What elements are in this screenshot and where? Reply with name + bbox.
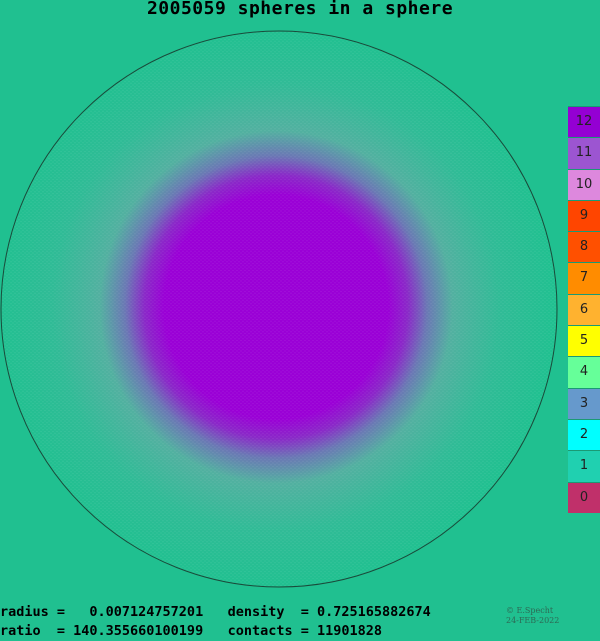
- legend-swatch-5: 5: [568, 325, 600, 357]
- legend-swatch-2: 2: [568, 418, 600, 451]
- stats-panel: radius = 0.007124757201 density = 0.7251…: [0, 603, 431, 641]
- legend-swatch-10: 10: [568, 168, 600, 200]
- stats-line-ratio-contacts: ratio = 140.355660100199 contacts = 1190…: [0, 623, 383, 639]
- color-legend: 12 11 10 9 8 7 6 5 4 3 2 1 0: [568, 106, 600, 513]
- legend-swatch-9: 9: [568, 199, 600, 232]
- legend-swatch-3: 3: [568, 387, 600, 419]
- legend-swatch-0: 0: [568, 481, 600, 513]
- credit: © E.Specht 24-FEB-2022: [506, 606, 559, 626]
- credit-author: © E.Specht: [506, 606, 554, 615]
- legend-swatch-7: 7: [568, 262, 600, 294]
- legend-swatch-1: 1: [568, 450, 600, 482]
- legend-swatch-8: 8: [568, 231, 600, 263]
- sphere-texture: [1, 31, 557, 587]
- legend-swatch-6: 6: [568, 293, 600, 326]
- sphere-diagram: [0, 30, 558, 588]
- legend-swatch-12: 12: [568, 106, 600, 138]
- credit-date: 24-FEB-2022: [506, 616, 560, 625]
- stats-line-radius-density: radius = 0.007124757201 density = 0.7251…: [0, 604, 431, 620]
- legend-swatch-11: 11: [568, 137, 600, 169]
- legend-swatch-4: 4: [568, 356, 600, 388]
